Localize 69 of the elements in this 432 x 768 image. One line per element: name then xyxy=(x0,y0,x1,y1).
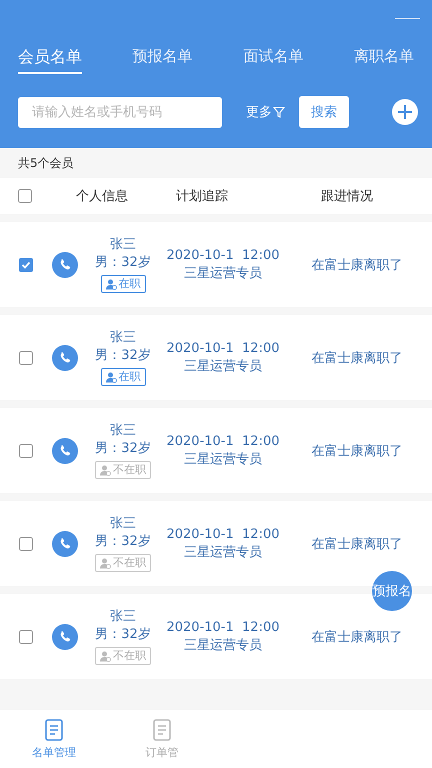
nav-label: 名单管理 xyxy=(32,744,76,760)
document-icon xyxy=(153,718,171,740)
search-button[interactable]: 搜索 xyxy=(299,96,349,128)
checkbox[interactable] xyxy=(19,444,33,458)
follow-up-text: 在富士康离职了 xyxy=(310,442,404,460)
more-filter-button[interactable]: 更多 xyxy=(246,103,285,121)
member-name: 张三 xyxy=(110,608,136,626)
checkbox[interactable] xyxy=(19,258,33,272)
column-header: 跟进情况 xyxy=(320,188,374,205)
plan-time: 2020-10-1 12:00 xyxy=(166,340,280,358)
follow-up-text: 在富士康离职了 xyxy=(310,536,404,552)
phone-icon[interactable] xyxy=(52,624,78,650)
tab[interactable]: 面试名单 xyxy=(243,44,304,72)
plan-time: 2020-10-1 12:00 xyxy=(166,526,280,544)
plan-time: 2020-10-1 12:00 xyxy=(166,432,280,450)
status-label: 不在职 xyxy=(113,462,146,478)
member-row[interactable]: 张三 男：32岁 不在职 2020-10-1 12:00 三星运营专员 在富士康离职了 xyxy=(0,501,432,586)
tab[interactable]: 预报名单 xyxy=(132,44,193,72)
search-field[interactable]: 请输入姓名或手机号码 xyxy=(18,96,222,128)
member-name: 张三 xyxy=(110,422,136,440)
status-label: 在职 xyxy=(118,369,140,385)
nav-tab[interactable]: 订单管 xyxy=(108,710,216,768)
plan-position: 三星运营专员 xyxy=(184,544,262,562)
phone-icon[interactable] xyxy=(52,252,78,278)
gender-age: 男：32岁 xyxy=(95,347,151,365)
status-label: 不在职 xyxy=(113,648,146,664)
member-row[interactable]: 张三 男：32岁 在职 2020-10-1 12:00 三星运营专员 在富士康离职了 xyxy=(0,222,432,307)
user-icon xyxy=(106,278,116,290)
checkbox[interactable] xyxy=(19,350,33,364)
follow-up-text: 在富士康离职了 xyxy=(310,628,404,646)
plan-time: 2020-10-1 12:00 xyxy=(166,618,280,636)
member-name: 张三 xyxy=(110,236,136,254)
gender-age: 男：32岁 xyxy=(95,254,151,272)
filter-icon xyxy=(273,106,285,118)
user-icon xyxy=(100,650,111,662)
add-icon[interactable] xyxy=(392,99,418,125)
member-count: 共5个会员 xyxy=(17,154,75,172)
nav-tab[interactable]: 名单管理 xyxy=(0,710,108,768)
phone-icon[interactable] xyxy=(52,344,78,370)
document-icon xyxy=(45,718,63,740)
member-name: 张三 xyxy=(110,515,136,533)
phone-icon[interactable] xyxy=(52,438,78,464)
member-name: 张三 xyxy=(110,329,136,347)
checkbox[interactable] xyxy=(19,630,33,644)
user-icon xyxy=(106,372,116,382)
status-label: 不在职 xyxy=(113,555,146,571)
follow-up-text: 在富士康离职了 xyxy=(310,256,404,274)
nav-label: 订单管 xyxy=(146,744,178,760)
user-icon xyxy=(100,464,111,476)
gender-age: 男：32岁 xyxy=(95,533,151,551)
member-row[interactable]: 张三 男：32岁 不在职 2020-10-1 12:00 三星运营专员 在富士康离职了 xyxy=(0,408,432,493)
phone-icon[interactable] xyxy=(52,530,78,556)
plan-position: 三星运营专员 xyxy=(184,358,262,376)
plan-position: 三星运营专员 xyxy=(184,450,262,468)
column-header: 计划追踪 xyxy=(175,188,229,205)
user-icon xyxy=(100,558,111,568)
member-row[interactable]: 张三 男：32岁 在职 2020-10-1 12:00 三星运营专员 在富士康离职了 xyxy=(0,315,432,400)
tab[interactable]: 离职名单 xyxy=(354,44,414,72)
gender-age: 男：32岁 xyxy=(95,440,151,458)
plan-position: 三星运营专员 xyxy=(184,636,262,654)
checkbox[interactable] xyxy=(19,536,33,550)
column-header: 个人信息 xyxy=(75,188,129,205)
checkbox[interactable] xyxy=(18,189,32,203)
plan-position: 三星运营专员 xyxy=(184,264,262,282)
status-label: 在职 xyxy=(118,276,140,292)
tab[interactable]: 会员名单 xyxy=(18,44,82,74)
follow-up-text: 在富士康离职了 xyxy=(310,350,404,366)
plan-time: 2020-10-1 12:00 xyxy=(166,246,280,264)
gender-age: 男：32岁 xyxy=(95,626,151,644)
